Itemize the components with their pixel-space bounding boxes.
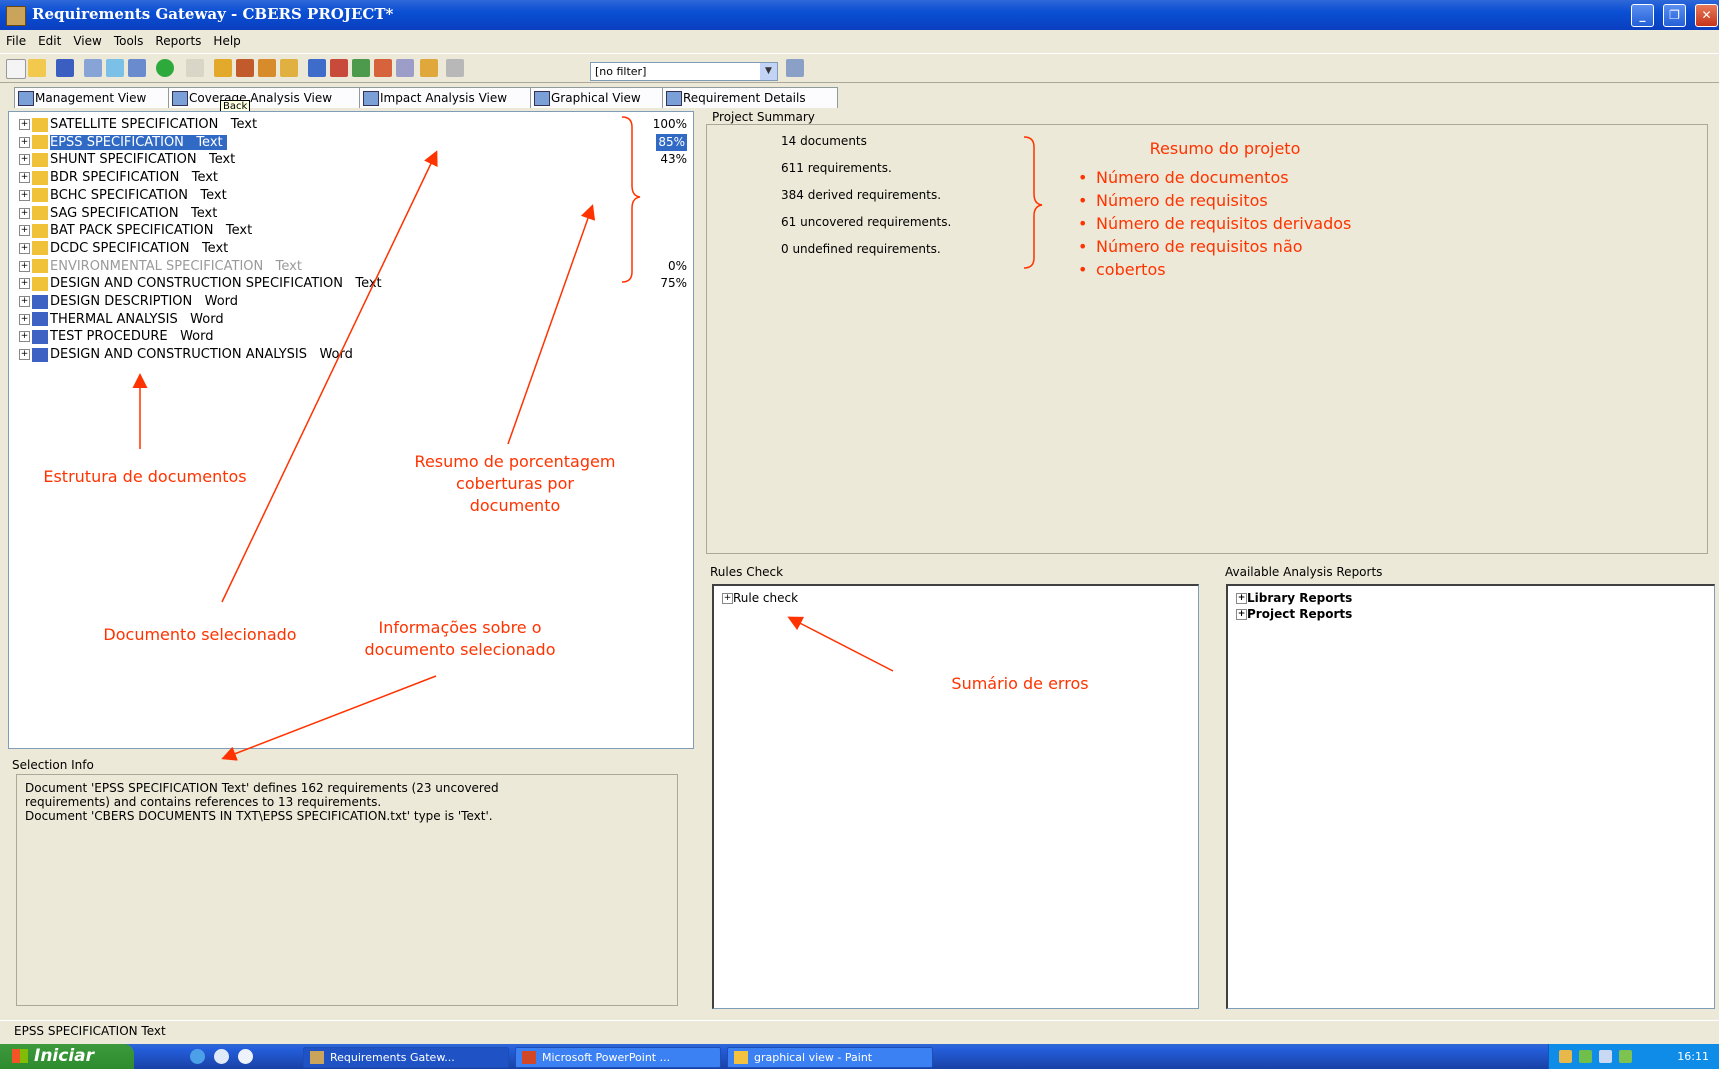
annotation-item: Número de documentos: [1072, 166, 1351, 189]
arrow-selection-info: [221, 675, 437, 761]
percent-brace: [621, 116, 641, 283]
annotation-item: Número de requisitos derivados: [1072, 212, 1351, 235]
annotation-overlay: [132, 116, 1043, 761]
annotation-item: Número de requisitos não: [1072, 235, 1351, 258]
annotation-item: Número de requisitos: [1072, 189, 1351, 212]
arrow-rules: [787, 616, 894, 672]
annotation-structure: Estrutura de documentos: [43, 467, 247, 486]
annotation-selection-info: Informações sobre o documento selecionad…: [364, 618, 556, 659]
annotation-selected-doc: Documento selecionado: [103, 625, 297, 644]
annotation-percent: Resumo de porcentagem coberturas por doc…: [414, 452, 616, 515]
annotation-item-cont: cobertos: [1072, 258, 1351, 281]
annotation-summary-list: Número de documentos Número de requisito…: [1072, 166, 1351, 281]
annotation-errors: Sumário de erros: [951, 674, 1089, 693]
arrow-selected-doc: [221, 150, 438, 603]
arrow-percent: [507, 204, 596, 445]
summary-brace: [1023, 136, 1043, 269]
annotation-project-summary: Resumo do projeto: [1149, 139, 1301, 158]
